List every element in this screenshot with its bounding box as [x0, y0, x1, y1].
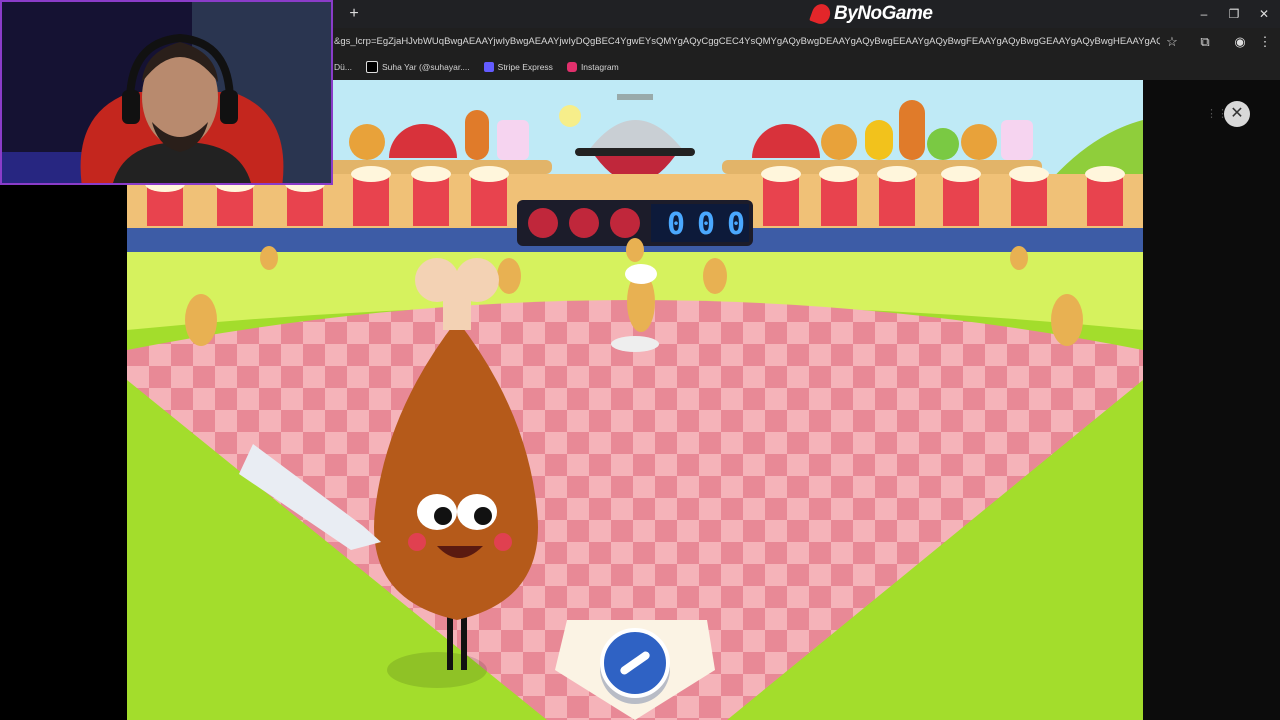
brand-name: ByNoGame — [834, 3, 933, 24]
close-game-button[interactable]: ✕ — [1224, 101, 1250, 127]
profile-icon[interactable]: ◉ — [1231, 33, 1249, 51]
bookmark-item[interactable]: Dü... — [334, 62, 352, 72]
brand-logo: ByNoGame — [809, 1, 933, 27]
new-tab-button[interactable]: + — [344, 4, 364, 24]
apps-grid-icon[interactable]: ⋮⋮ — [1206, 108, 1228, 120]
bookmark-item[interactable]: Stripe Express — [483, 62, 553, 72]
score-digit: 0 — [697, 207, 715, 242]
bookmark-item[interactable]: Instagram — [566, 62, 619, 72]
webcam-overlay — [0, 0, 333, 185]
swing-button[interactable] — [600, 628, 670, 698]
star-icon[interactable]: ☆ — [1163, 33, 1181, 51]
brand-mark-icon — [809, 1, 833, 27]
bookmark-item[interactable]: Suha Yar (@suhayar.... — [365, 61, 470, 73]
streamer-video — [2, 2, 331, 183]
tiktok-icon — [365, 61, 378, 73]
ball-icon — [610, 208, 640, 238]
minimize-button[interactable]: – — [1194, 4, 1214, 24]
restore-button[interactable]: ❐ — [1224, 4, 1244, 24]
stripe-icon — [483, 62, 494, 72]
bookmarks-bar: Dü... Suha Yar (@suhayar.... Stripe Expr… — [334, 58, 619, 76]
instagram-icon — [566, 62, 577, 72]
score-digit: 0 — [667, 207, 685, 242]
bat-icon — [618, 649, 652, 677]
address-bar[interactable]: &gs_lcrp=EgZjaHJvbWUqBwgAEAAYjwIyBwgAEAA… — [334, 30, 1160, 54]
menu-icon[interactable]: ⋮ — [1256, 33, 1274, 51]
ball-icon — [528, 208, 558, 238]
side-panel — [1143, 80, 1280, 720]
close-window-button[interactable]: ✕ — [1254, 4, 1274, 24]
ball-icon — [569, 208, 599, 238]
score-digit: 0 — [727, 207, 745, 242]
extensions-icon[interactable]: ⧉ — [1196, 33, 1214, 51]
sun-icon — [559, 105, 581, 127]
